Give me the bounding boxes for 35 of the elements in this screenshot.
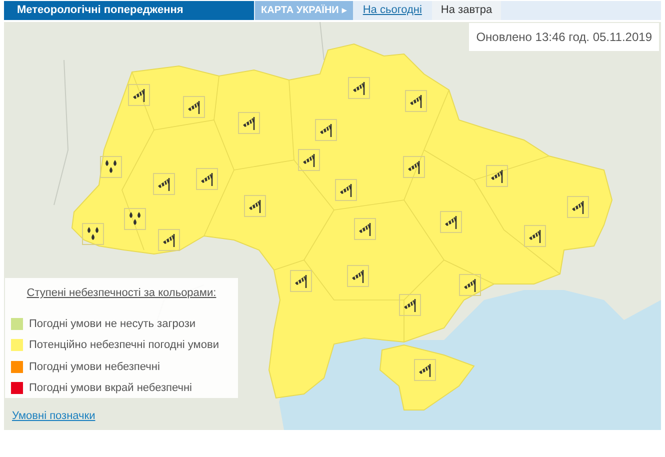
legend-label: Погодні умови не несуть загрози — [29, 316, 196, 332]
legend-label: Погодні умови небезпечні — [29, 360, 160, 374]
windsock-icon[interactable] — [128, 84, 150, 106]
day-tab[interactable]: На завтра — [432, 1, 502, 20]
raindrops-icon[interactable] — [82, 223, 104, 245]
windsock-icon[interactable] — [567, 196, 589, 218]
update-time: Оновлено 13:46 год. 05.11.2019 — [469, 23, 659, 51]
legend-label: Потенційно небезпечні погодні умови — [29, 338, 219, 353]
windsock-icon[interactable] — [403, 156, 425, 178]
legend-label: Погодні умови вкрай небезпечні — [29, 381, 192, 396]
page-title: Метеорологічні попередження — [4, 1, 254, 20]
windsock-icon[interactable] — [158, 229, 180, 251]
windsock-icon[interactable] — [315, 119, 337, 141]
windsock-icon[interactable] — [440, 211, 462, 233]
windsock-icon[interactable] — [335, 179, 357, 201]
windsock-icon[interactable] — [153, 173, 175, 195]
raindrops-icon[interactable] — [100, 156, 122, 178]
windsock-icon[interactable] — [405, 90, 427, 112]
windsock-icon[interactable] — [348, 77, 370, 99]
windsock-icon[interactable] — [238, 112, 260, 134]
windsock-icon[interactable] — [196, 168, 218, 190]
legend-link[interactable]: Умовні позначки — [12, 408, 96, 424]
windsock-icon[interactable] — [524, 225, 546, 247]
windsock-icon[interactable] — [298, 149, 320, 171]
windsock-icon[interactable] — [244, 195, 266, 217]
windsock-icon[interactable] — [290, 270, 312, 292]
windsock-icon[interactable] — [399, 294, 421, 316]
windsock-icon[interactable] — [354, 218, 376, 240]
windsock-icon[interactable] — [459, 274, 481, 296]
windsock-icon[interactable] — [486, 165, 508, 187]
windsock-icon[interactable] — [183, 96, 205, 118]
windsock-icon[interactable] — [347, 265, 369, 287]
windsock-icon[interactable] — [414, 359, 436, 381]
legend-title: Ступені небезпечності за кольорами: — [26, 286, 218, 301]
raindrops-icon[interactable] — [124, 208, 146, 230]
